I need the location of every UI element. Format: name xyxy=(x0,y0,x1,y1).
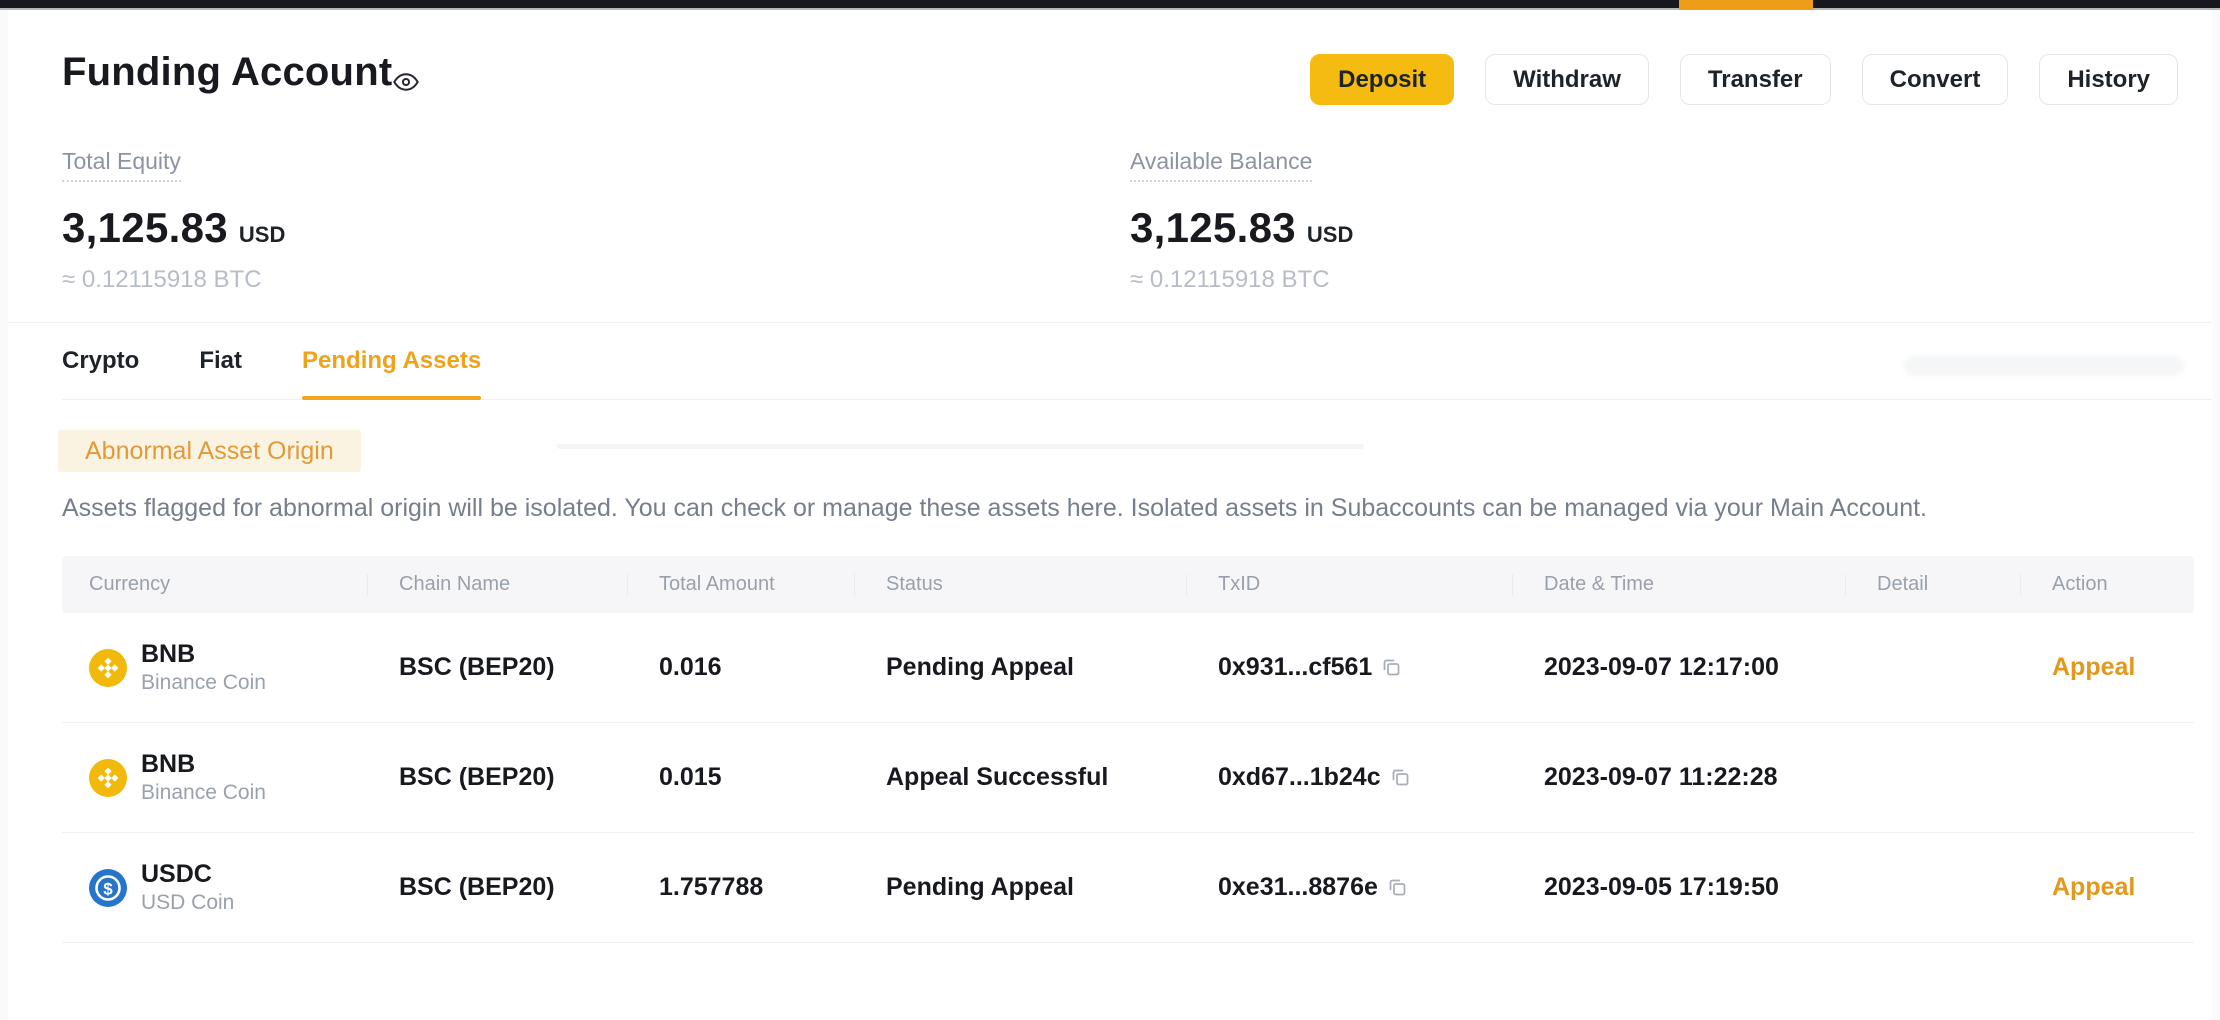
coin-symbol: USDC xyxy=(141,860,234,889)
tab-pending-assets[interactable]: Pending Assets xyxy=(302,323,481,399)
pending-assets-table: Currency Chain Name Total Amount Status … xyxy=(62,556,2194,943)
chain-cell: BSC (BEP20) xyxy=(367,763,627,792)
copy-icon[interactable] xyxy=(1381,657,1402,678)
col-detail: Detail xyxy=(1845,556,2020,613)
funding-account-panel: Funding Account Deposit Withdraw Transfe… xyxy=(8,10,2212,1020)
status-cell: Pending Appeal xyxy=(854,873,1186,902)
total-equity-label: Total Equity xyxy=(62,148,181,182)
table-row: BNB Binance Coin BSC (BEP20) 0.016 Pendi… xyxy=(62,613,2194,723)
datetime-cell: 2023-09-07 12:17:00 xyxy=(1512,653,1845,682)
amount-cell: 1.757788 xyxy=(627,873,854,902)
tab-crypto[interactable]: Crypto xyxy=(62,323,139,399)
copy-icon[interactable] xyxy=(1387,877,1408,898)
currency-cell: $ USDC USD Coin xyxy=(62,860,367,916)
txid-cell: 0x931...cf561 xyxy=(1186,653,1512,682)
col-date-time: Date & Time xyxy=(1512,556,1845,613)
table-row: BNB Binance Coin BSC (BEP20) 0.015 Appea… xyxy=(62,723,2194,833)
txid-cell: 0xd67...1b24c xyxy=(1186,763,1512,792)
appeal-link[interactable]: Appeal xyxy=(2052,873,2135,901)
available-balance-currency: USD xyxy=(1307,222,1353,248)
col-txid: TxID xyxy=(1186,556,1512,613)
faint-skeleton-line xyxy=(557,444,1364,449)
usdc-coin-icon: $ xyxy=(89,869,127,907)
col-total-amount: Total Amount xyxy=(627,556,854,613)
top-nav-bar xyxy=(0,0,2220,8)
svg-text:$: $ xyxy=(103,879,113,898)
txid-text: 0xe31...8876e xyxy=(1218,873,1378,902)
convert-button[interactable]: Convert xyxy=(1862,54,2009,105)
withdraw-button[interactable]: Withdraw xyxy=(1485,54,1649,105)
total-equity-btc-approx: ≈ 0.12115918 BTC xyxy=(62,266,285,294)
active-nav-indicator xyxy=(1679,0,1813,10)
section-description: Assets flagged for abnormal origin will … xyxy=(62,494,2152,523)
abnormal-asset-origin-badge: Abnormal Asset Origin xyxy=(58,430,361,472)
wallet-actions: Deposit Withdraw Transfer Convert Histor… xyxy=(1310,54,2178,105)
amount-cell: 0.016 xyxy=(627,653,854,682)
currency-cell: BNB Binance Coin xyxy=(62,640,367,696)
chain-cell: BSC (BEP20) xyxy=(367,653,627,682)
table-row: $ USDC USD Coin BSC (BEP20) 1.757788 Pen… xyxy=(62,833,2194,943)
txid-text: 0xd67...1b24c xyxy=(1218,763,1381,792)
col-currency: Currency xyxy=(62,556,367,613)
datetime-cell: 2023-09-05 17:19:50 xyxy=(1512,873,1845,902)
bnb-coin-icon xyxy=(89,759,127,797)
history-button[interactable]: History xyxy=(2039,54,2178,105)
col-chain-name: Chain Name xyxy=(367,556,627,613)
bnb-coin-icon xyxy=(89,649,127,687)
total-equity-block: Total Equity 3,125.83 USD ≈ 0.12115918 B… xyxy=(62,148,285,294)
total-equity-currency: USD xyxy=(239,222,285,248)
txid-text: 0x931...cf561 xyxy=(1218,653,1372,682)
deposit-button[interactable]: Deposit xyxy=(1310,54,1454,105)
faded-ghost-element xyxy=(1904,356,2184,376)
appeal-link[interactable]: Appeal xyxy=(2052,653,2135,681)
eye-icon[interactable] xyxy=(392,68,420,96)
available-balance-label: Available Balance xyxy=(1130,148,1312,182)
asset-tabs: Crypto Fiat Pending Assets xyxy=(62,323,2212,400)
datetime-cell: 2023-09-07 11:22:28 xyxy=(1512,763,1845,792)
currency-cell: BNB Binance Coin xyxy=(62,750,367,806)
available-balance-block: Available Balance 3,125.83 USD ≈ 0.12115… xyxy=(1130,148,1353,294)
available-balance-value: 3,125.83 xyxy=(1130,204,1296,252)
status-cell: Appeal Successful xyxy=(854,763,1186,792)
status-cell: Pending Appeal xyxy=(854,653,1186,682)
col-action: Action xyxy=(2020,556,2194,613)
tab-fiat[interactable]: Fiat xyxy=(199,323,242,399)
coin-symbol: BNB xyxy=(141,750,266,779)
total-equity-value: 3,125.83 xyxy=(62,204,228,252)
coin-full-name: USD Coin xyxy=(141,891,234,915)
chain-cell: BSC (BEP20) xyxy=(367,873,627,902)
coin-full-name: Binance Coin xyxy=(141,781,266,805)
col-status: Status xyxy=(854,556,1186,613)
available-balance-btc-approx: ≈ 0.12115918 BTC xyxy=(1130,266,1353,294)
amount-cell: 0.015 xyxy=(627,763,854,792)
coin-symbol: BNB xyxy=(141,640,266,669)
coin-full-name: Binance Coin xyxy=(141,671,266,695)
txid-cell: 0xe31...8876e xyxy=(1186,873,1512,902)
transfer-button[interactable]: Transfer xyxy=(1680,54,1831,105)
copy-icon[interactable] xyxy=(1390,767,1411,788)
table-header-row: Currency Chain Name Total Amount Status … xyxy=(62,556,2194,613)
page-title: Funding Account xyxy=(62,50,392,95)
